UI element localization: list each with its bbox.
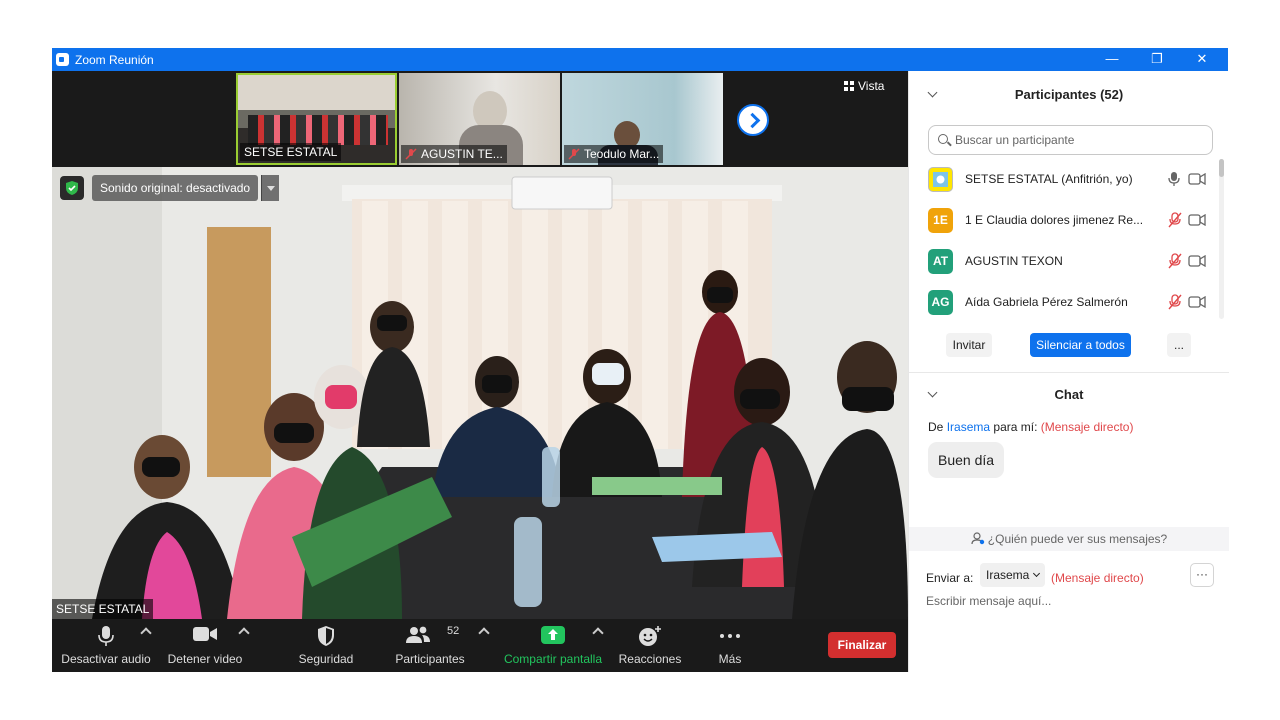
video-camera-icon bbox=[193, 627, 217, 641]
participant-row[interactable]: SETSE ESTATAL (Anfitrión, yo) bbox=[909, 159, 1219, 200]
send-direct-tag: (Mensaje directo) bbox=[1051, 571, 1144, 585]
window-title: Zoom Reunión bbox=[75, 53, 154, 67]
title-bar: Zoom Reunión — ❐ ✕ bbox=[52, 48, 1228, 71]
mute-all-button[interactable]: Silenciar a todos bbox=[1030, 333, 1131, 357]
shield-icon bbox=[318, 626, 334, 646]
meeting-room-scene bbox=[52, 167, 908, 619]
video-camera-icon[interactable] bbox=[1188, 255, 1206, 267]
thumbnail-video[interactable]: AGUSTIN TE... bbox=[399, 73, 560, 165]
send-to-label: Enviar a: bbox=[926, 571, 974, 585]
more-button[interactable]: Más bbox=[702, 619, 758, 672]
chat-more-button[interactable]: ··· bbox=[1190, 563, 1214, 587]
avatar: AT bbox=[928, 249, 953, 274]
chat-message-header: De Irasema para mí: (Mensaje directo) bbox=[928, 420, 1134, 434]
invite-button[interactable]: Invitar bbox=[946, 333, 992, 357]
thumbnail-strip: SETSE ESTATAL AGUSTIN TE... Teodulo Mar.… bbox=[52, 71, 908, 167]
end-meeting-button[interactable]: Finalizar bbox=[828, 632, 896, 658]
participants-options-caret[interactable] bbox=[478, 627, 490, 639]
speaker-name-label: SETSE ESTATAL bbox=[52, 599, 154, 619]
encryption-shield-icon[interactable] bbox=[60, 176, 84, 200]
video-camera-icon[interactable] bbox=[1188, 296, 1206, 308]
minimize-button[interactable]: — bbox=[1089, 48, 1135, 71]
main-video: Sonido original: desactivado SETSE ESTAT… bbox=[52, 167, 908, 619]
mic-muted-icon[interactable] bbox=[1167, 294, 1183, 310]
thumbnail-name: Teodulo Mar... bbox=[564, 145, 664, 163]
sender-name[interactable]: Irasema bbox=[947, 420, 990, 434]
avatar: AG bbox=[928, 290, 953, 315]
mic-muted-icon[interactable] bbox=[1167, 212, 1183, 228]
view-button[interactable]: Vista bbox=[844, 79, 884, 93]
mic-muted-icon bbox=[568, 148, 580, 160]
panel-divider bbox=[909, 372, 1229, 373]
chat-title: Chat bbox=[1054, 387, 1084, 402]
share-screen-button[interactable]: Compartir pantalla bbox=[500, 619, 606, 672]
video-camera-icon[interactable] bbox=[1188, 214, 1206, 226]
thumbnail-video[interactable]: SETSE ESTATAL bbox=[236, 73, 397, 165]
participant-row[interactable]: AT AGUSTIN TEXON bbox=[909, 241, 1219, 282]
restore-button[interactable]: ❐ bbox=[1134, 48, 1180, 71]
original-sound-button[interactable]: Sonido original: desactivado bbox=[92, 175, 259, 201]
original-sound-dropdown[interactable] bbox=[261, 175, 279, 201]
chat-message-input[interactable]: Escribir mensaje aquí... bbox=[926, 594, 1051, 608]
zoom-logo-icon bbox=[56, 53, 69, 66]
who-can-see-messages-link[interactable]: ¿Quién puede ver sus mensajes? bbox=[909, 527, 1229, 551]
participants-button[interactable]: 52 Participantes bbox=[390, 619, 470, 672]
mic-muted-icon[interactable] bbox=[1167, 253, 1183, 269]
thumbnail-name: SETSE ESTATAL bbox=[240, 143, 342, 161]
mute-audio-button[interactable]: Desactivar audio bbox=[56, 619, 156, 672]
grid-icon bbox=[844, 81, 854, 91]
participant-row[interactable]: AG Aída Gabriela Pérez Salmerón bbox=[909, 282, 1219, 323]
participants-title: Participantes (52) bbox=[1014, 87, 1124, 102]
emoji-reaction-icon bbox=[639, 626, 661, 646]
meeting-toolbar: Desactivar audio Detener video Seguridad… bbox=[52, 619, 908, 672]
avatar: 1E bbox=[928, 208, 953, 233]
participants-scrollbar[interactable] bbox=[1219, 159, 1224, 319]
microphone-icon bbox=[98, 626, 114, 646]
user-privacy-icon bbox=[971, 532, 984, 545]
send-to-select[interactable]: Irasema bbox=[980, 563, 1046, 587]
stop-video-button[interactable]: Detener video bbox=[160, 619, 250, 672]
participants-more-button[interactable]: ... bbox=[1167, 333, 1191, 357]
participant-row[interactable]: 1E 1 E Claudia dolores jimenez Re... bbox=[909, 200, 1219, 241]
chat-message-bubble: Buen día bbox=[928, 442, 1005, 478]
zoom-window: Zoom Reunión — ❐ ✕ SETSE ESTATAL AGUSTIN… bbox=[52, 48, 1229, 672]
participant-search-input[interactable]: Buscar un participante bbox=[928, 125, 1213, 155]
more-dots-icon bbox=[720, 634, 740, 638]
thumbnail-name: AGUSTIN TE... bbox=[401, 145, 507, 163]
microphone-icon[interactable] bbox=[1167, 171, 1181, 187]
thumbnail-video[interactable]: Teodulo Mar... bbox=[562, 73, 723, 165]
meeting-area: SETSE ESTATAL AGUSTIN TE... Teodulo Mar.… bbox=[52, 71, 908, 672]
search-icon bbox=[938, 134, 948, 144]
avatar bbox=[928, 167, 953, 192]
reactions-button[interactable]: Reacciones bbox=[612, 619, 688, 672]
next-page-button[interactable] bbox=[737, 104, 769, 136]
close-button[interactable]: ✕ bbox=[1179, 48, 1225, 71]
share-screen-icon bbox=[541, 626, 565, 644]
participants-count: 52 bbox=[447, 625, 460, 637]
direct-message-tag: (Mensaje directo) bbox=[1040, 420, 1134, 434]
video-camera-icon[interactable] bbox=[1188, 173, 1206, 185]
side-panel: Participantes (52) Buscar un participant… bbox=[908, 71, 1229, 672]
security-button[interactable]: Seguridad bbox=[290, 619, 362, 672]
mic-muted-icon bbox=[405, 148, 417, 160]
participants-icon bbox=[406, 626, 430, 643]
